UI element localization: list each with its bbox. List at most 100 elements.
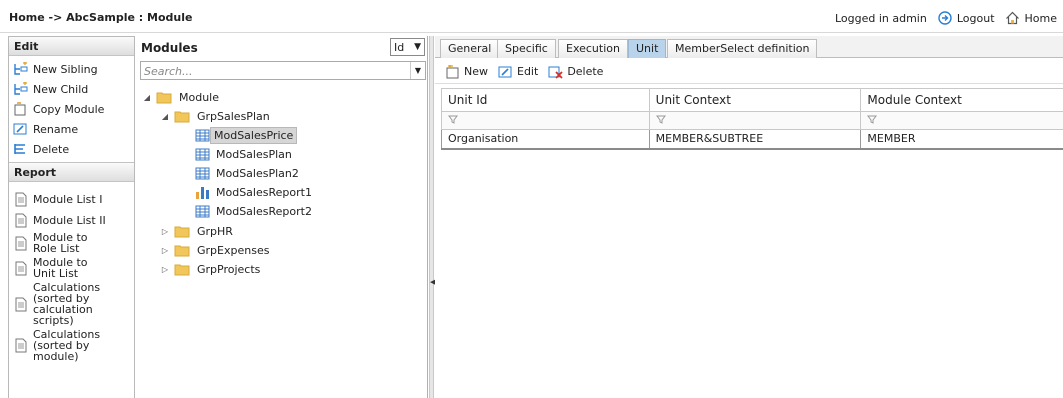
user-menu: Logged in admin Logout Home [835, 10, 1057, 26]
tab-bar: General Specific Execution Unit MemberSe… [435, 36, 1063, 58]
report-calculations-by-script[interactable]: Calculations (sorted by calculation scri… [9, 282, 100, 326]
filter-icon[interactable] [867, 114, 878, 127]
home-label: Home [1024, 11, 1057, 25]
modules-header: Modules Id ▼ [136, 36, 427, 58]
expanded-arrow-icon[interactable]: ◢ [160, 112, 170, 121]
logout-icon [937, 10, 953, 26]
table-icon [194, 165, 210, 181]
cell-unit-id: Organisation [441, 129, 650, 150]
new-sibling-icon [13, 61, 29, 77]
tree-node-label: ModSalesPlan2 [216, 166, 299, 180]
report-icon [13, 296, 29, 312]
tab-memberselect-definition[interactable]: MemberSelect definition [667, 39, 818, 58]
collapsed-arrow-icon[interactable]: ▷ [160, 246, 170, 255]
rename-icon [13, 121, 29, 137]
filter-cell[interactable] [860, 111, 1063, 130]
report-icon [13, 191, 29, 207]
report-icon [13, 235, 29, 251]
new-child-button[interactable]: New Child [9, 79, 134, 99]
tree-node-label: GrpProjects [197, 262, 261, 276]
tree-node-label: GrpExpenses [197, 243, 270, 257]
home-icon [1005, 10, 1021, 26]
home-link[interactable]: Home [1005, 10, 1057, 26]
new-icon [445, 64, 461, 80]
tree-node-modsalesreport2[interactable]: ModSalesReport2 [194, 202, 315, 220]
report-label: Module List II [33, 213, 106, 227]
filter-cell[interactable] [441, 111, 650, 130]
tree-node-modsalesplan2[interactable]: ModSalesPlan2 [194, 164, 302, 182]
collapsed-arrow-icon[interactable]: ▷ [160, 265, 170, 274]
report-calculations-by-module[interactable]: Calculations (sorted by module) [9, 329, 100, 362]
modules-title: Modules [141, 41, 198, 55]
filter-row [441, 111, 1063, 130]
filter-icon[interactable] [655, 114, 666, 127]
modules-panel: Modules Id ▼ Search... ▼ ◢ Module ◢ GrpS… [136, 36, 428, 398]
edit-button[interactable]: Edit [498, 64, 538, 80]
tab-execution[interactable]: Execution [558, 39, 628, 58]
report-label: Module List I [33, 192, 103, 206]
copy-module-label: Copy Module [33, 102, 105, 116]
report-module-to-unit[interactable]: Module to Unit List [9, 257, 105, 279]
edit-section-title: Edit [9, 37, 134, 56]
tree-node-label: GrpSalesPlan [197, 109, 270, 123]
tree-node-grpexpenses[interactable]: ▷ GrpExpenses [160, 241, 272, 259]
table-icon [194, 146, 210, 162]
sort-select-value: Id [394, 40, 405, 54]
search-input[interactable]: Search... ▼ [140, 61, 426, 80]
collapsed-arrow-icon[interactable]: ▷ [160, 227, 170, 236]
report-module-list-2[interactable]: Module List II [9, 211, 134, 229]
chevron-down-icon: ▼ [414, 42, 421, 52]
expanded-arrow-icon[interactable]: ◢ [142, 93, 152, 102]
folder-icon [174, 223, 190, 239]
tree-node-label: ModSalesReport1 [216, 185, 312, 199]
logout-link[interactable]: Logout [937, 10, 995, 26]
tab-unit[interactable]: Unit [628, 39, 667, 58]
edit-icon [498, 64, 514, 80]
new-child-icon [13, 81, 29, 97]
tree-node-modsalesplan[interactable]: ModSalesPlan [194, 145, 295, 163]
tree-node-grpprojects[interactable]: ▷ GrpProjects [160, 260, 263, 278]
rename-button[interactable]: Rename [9, 119, 134, 139]
tree-node-grpsalesplan[interactable]: ◢ GrpSalesPlan [160, 107, 273, 125]
search-dropdown-icon[interactable]: ▼ [410, 62, 425, 79]
panel-splitter[interactable]: ◀ [429, 36, 435, 398]
tree-node-label: ModSalesReport2 [216, 204, 312, 218]
grid-header-row: Unit Id Unit Context Module Context [441, 88, 1063, 112]
filter-cell[interactable] [648, 111, 862, 130]
report-icon [13, 260, 29, 276]
new-sibling-button[interactable]: New Sibling [9, 59, 134, 79]
tree-node-module[interactable]: ◢ Module [142, 88, 222, 106]
tree-node-label: GrpHR [197, 224, 233, 238]
new-label: New [464, 65, 488, 78]
collapse-arrow-icon[interactable]: ◀ [430, 278, 435, 292]
report-module-to-role[interactable]: Module to Role List [9, 232, 105, 254]
column-header-unit-context[interactable]: Unit Context [648, 88, 862, 112]
copy-module-button[interactable]: Copy Module [9, 99, 134, 119]
search-placeholder: Search... [144, 65, 193, 78]
column-header-module-context[interactable]: Module Context [860, 88, 1063, 112]
tab-specific[interactable]: Specific [497, 39, 556, 58]
report-module-list-1[interactable]: Module List I [9, 190, 134, 208]
copy-icon [13, 101, 29, 117]
tree-node-label: ModSalesPrice [210, 126, 298, 144]
new-child-label: New Child [33, 82, 89, 96]
folder-icon [174, 242, 190, 258]
report-icon [13, 212, 29, 228]
tree-node-grphr[interactable]: ▷ GrpHR [160, 222, 236, 240]
report-label: Module to Role List [33, 231, 88, 255]
tab-general[interactable]: General [440, 39, 500, 58]
rename-label: Rename [33, 122, 79, 136]
detail-panel: General Specific Execution Unit MemberSe… [435, 36, 1063, 398]
column-header-unit-id[interactable]: Unit Id [441, 88, 650, 112]
bar-chart-icon [194, 184, 210, 200]
delete-button[interactable]: Delete [548, 64, 603, 80]
actions-panel: Edit New Sibling New Child Copy Module R… [8, 36, 135, 398]
filter-icon[interactable] [448, 114, 458, 127]
delete-module-button[interactable]: Delete [9, 139, 134, 159]
sort-select[interactable]: Id ▼ [390, 38, 425, 56]
table-row[interactable]: Organisation MEMBER&SUBTREE MEMBER [441, 129, 1063, 150]
tree-node-modsalesprice[interactable]: ModSalesPrice [194, 126, 298, 144]
report-label: Module to Unit List [33, 256, 88, 280]
tree-node-modsalesreport1[interactable]: ModSalesReport1 [194, 183, 315, 201]
new-button[interactable]: New [445, 64, 488, 80]
